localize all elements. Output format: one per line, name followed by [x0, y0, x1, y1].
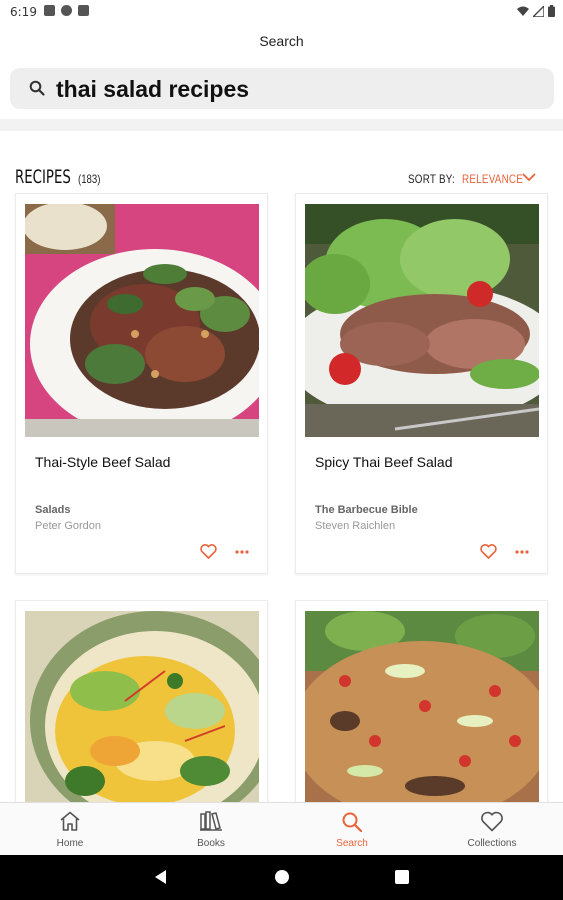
results-title: RECIPES	[15, 166, 71, 188]
nav-search-label: Search	[336, 838, 368, 849]
divider	[0, 119, 563, 131]
app-header: Search	[0, 26, 563, 58]
recipe-card[interactable]	[15, 600, 268, 811]
signal-icon	[533, 6, 544, 17]
heart-icon	[481, 811, 503, 832]
search-icon	[29, 80, 45, 96]
recipe-title[interactable]: Thai-Style Beef Salad	[35, 454, 170, 470]
battery-icon	[548, 5, 555, 17]
status-bar: 6:19	[0, 0, 563, 26]
search-input[interactable]: thai salad recipes	[10, 68, 554, 109]
more-options-icon[interactable]	[515, 550, 529, 554]
chevron-down-icon[interactable]	[522, 172, 536, 182]
recipe-card[interactable]	[295, 600, 548, 811]
notification-icons	[44, 5, 89, 16]
search-icon	[342, 812, 363, 833]
nav-home[interactable]: Home	[0, 803, 140, 856]
nav-books[interactable]: Books	[141, 803, 281, 856]
recipe-image[interactable]	[25, 611, 259, 811]
bottom-navigation: Home Books Search Collections	[0, 802, 563, 855]
nav-collections-label: Collections	[467, 838, 517, 849]
status-time: 6:19	[10, 5, 37, 19]
message-notification-icon	[44, 5, 55, 16]
system-status-icons	[517, 5, 555, 17]
recipe-category: Salads	[35, 504, 71, 516]
heart-icon[interactable]	[480, 544, 497, 559]
nav-search[interactable]: Search	[282, 803, 422, 856]
recipe-image[interactable]	[305, 204, 539, 437]
recipe-author: Steven Raichlen	[315, 520, 396, 532]
nav-collections[interactable]: Collections	[422, 803, 562, 856]
recent-apps-icon[interactable]	[395, 870, 409, 884]
recipe-card[interactable]: Thai-Style Beef Salad Salads Peter Gordo…	[15, 193, 268, 574]
system-navigation-bar	[0, 855, 563, 900]
results-count: (183)	[78, 172, 101, 186]
sync-notification-icon	[61, 5, 72, 16]
books-icon	[200, 811, 222, 831]
page-title: Search	[259, 33, 304, 49]
wifi-icon	[517, 6, 529, 16]
nav-home-label: Home	[56, 838, 84, 849]
sort-dropdown[interactable]: RELEVANCE	[462, 172, 523, 186]
recipe-author: Peter Gordon	[35, 520, 102, 532]
search-query[interactable]: thai salad recipes	[56, 76, 249, 103]
home-button-icon[interactable]	[275, 870, 289, 884]
recipe-image[interactable]	[305, 611, 539, 811]
nav-books-label: Books	[197, 838, 225, 849]
results-header: RECIPES (183) SORT BY: RELEVANCE	[0, 162, 563, 192]
recipe-image[interactable]	[25, 204, 259, 437]
more-options-icon[interactable]	[235, 550, 249, 554]
home-icon	[60, 811, 80, 831]
heart-icon[interactable]	[200, 544, 217, 559]
recipe-category: The Barbecue Bible	[315, 504, 418, 516]
recipe-title[interactable]: Spicy Thai Beef Salad	[315, 454, 453, 470]
recipe-card[interactable]: Spicy Thai Beef Salad The Barbecue Bible…	[295, 193, 548, 574]
sort-label: SORT BY:	[408, 172, 456, 186]
back-icon[interactable]	[153, 869, 167, 885]
storage-notification-icon	[78, 5, 89, 16]
